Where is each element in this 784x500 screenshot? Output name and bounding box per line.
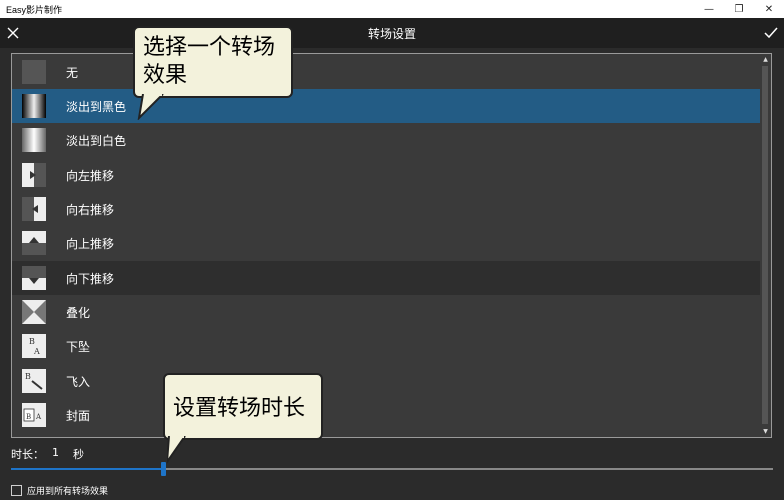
transition-item[interactable]: 向上推移 bbox=[12, 226, 760, 260]
dissolve-icon bbox=[22, 300, 46, 324]
callout-tail bbox=[137, 94, 164, 120]
svg-text:B: B bbox=[29, 337, 35, 346]
cover-icon: BA bbox=[22, 403, 46, 427]
check-icon bbox=[764, 27, 778, 39]
slider-fill bbox=[11, 468, 164, 470]
transition-label: 淡出到白色 bbox=[66, 133, 127, 148]
callout-select-effect-text: 选择一个转场效果 bbox=[143, 35, 276, 88]
maximize-button[interactable]: ❐ bbox=[724, 0, 754, 18]
transition-label: 向上推移 bbox=[66, 236, 115, 251]
callout-set-duration: 设置转场时长 bbox=[163, 373, 323, 464]
transition-label: 无 bbox=[66, 65, 79, 80]
push-down-icon bbox=[22, 266, 46, 290]
transition-item[interactable]: 向左推移 bbox=[12, 158, 760, 192]
app-title: Easy影片制作 bbox=[6, 4, 63, 15]
transition-item[interactable]: 无 bbox=[12, 55, 760, 89]
transition-label: 叠化 bbox=[66, 305, 91, 320]
transition-list[interactable]: 无淡出到黑色 淡出到白色 向左推移 向右推移 向上推移 向下推移 叠化 B A 下坠 B 飞入 B A 封面… bbox=[11, 53, 772, 438]
drop-down-icon: BA bbox=[22, 334, 46, 358]
callout-set-duration-text: 设置转场时长 bbox=[173, 396, 306, 421]
transition-label: 淡出到黑色 bbox=[66, 99, 127, 114]
svg-text:B: B bbox=[25, 372, 31, 381]
fade-to-white-icon bbox=[22, 128, 46, 152]
close-window-button[interactable]: ✕ bbox=[754, 0, 784, 18]
callout-tail bbox=[167, 436, 186, 464]
transition-label: 向右推移 bbox=[66, 202, 115, 217]
transition-item[interactable]: 叠化 bbox=[12, 295, 760, 329]
apply-all-label: 应用到所有转场效果 bbox=[27, 487, 109, 497]
back-button[interactable] bbox=[0, 18, 26, 48]
duration-unit: 秒 bbox=[73, 448, 84, 461]
svg-text:A: A bbox=[33, 347, 40, 356]
confirm-button[interactable] bbox=[758, 18, 784, 48]
duration-row: 时长： 1 秒 bbox=[11, 446, 84, 462]
close-icon bbox=[7, 27, 19, 39]
none-transition-icon bbox=[22, 60, 46, 84]
window-titlebar: Easy影片制作 — ❐ ✕ bbox=[0, 0, 784, 18]
callout-select-effect: 选择一个转场效果 bbox=[133, 26, 293, 120]
page-title: 转场设置 bbox=[367, 26, 416, 41]
scroll-up-arrow[interactable]: ▲ bbox=[760, 54, 771, 65]
transition-item[interactable]: 淡出到白色 bbox=[12, 123, 760, 157]
list-scrollbar[interactable]: ▲ ▼ bbox=[760, 54, 771, 437]
transition-item[interactable]: B A 封面 bbox=[12, 398, 760, 432]
transition-item[interactable]: B A 下坠 bbox=[12, 329, 760, 363]
duration-slider[interactable] bbox=[11, 462, 773, 476]
transition-label: 向下推移 bbox=[66, 271, 115, 286]
scroll-thumb[interactable] bbox=[762, 66, 768, 424]
transition-label: 封面 bbox=[66, 408, 91, 423]
transition-item[interactable]: 淡出到黑色 bbox=[12, 89, 760, 123]
transition-label: 飞入 bbox=[66, 374, 91, 389]
push-up-icon bbox=[22, 231, 46, 255]
svg-text:B: B bbox=[26, 413, 31, 421]
scroll-down-arrow[interactable]: ▼ bbox=[760, 426, 771, 437]
fly-in-icon: B bbox=[22, 369, 46, 393]
duration-label: 时长： bbox=[11, 448, 44, 461]
header-bar: 转场设置 bbox=[0, 18, 784, 48]
minimize-button[interactable]: — bbox=[694, 0, 724, 18]
transition-item[interactable]: B 飞入 bbox=[12, 364, 760, 398]
fade-to-black-icon bbox=[22, 94, 46, 118]
push-left-icon bbox=[22, 163, 46, 187]
transition-item[interactable]: 向右推移 bbox=[12, 192, 760, 226]
apply-all-checkbox[interactable] bbox=[11, 485, 22, 496]
transition-label: 向左推移 bbox=[66, 168, 115, 183]
svg-text:A: A bbox=[35, 413, 42, 421]
slider-thumb[interactable] bbox=[161, 462, 167, 476]
transition-label: 下坠 bbox=[66, 339, 91, 354]
transition-item[interactable]: 向下推移 bbox=[12, 261, 760, 295]
apply-all-checkbox-row[interactable]: 应用到所有转场效果 bbox=[11, 484, 108, 497]
push-right-icon bbox=[22, 197, 46, 221]
duration-value: 1 bbox=[52, 446, 59, 459]
